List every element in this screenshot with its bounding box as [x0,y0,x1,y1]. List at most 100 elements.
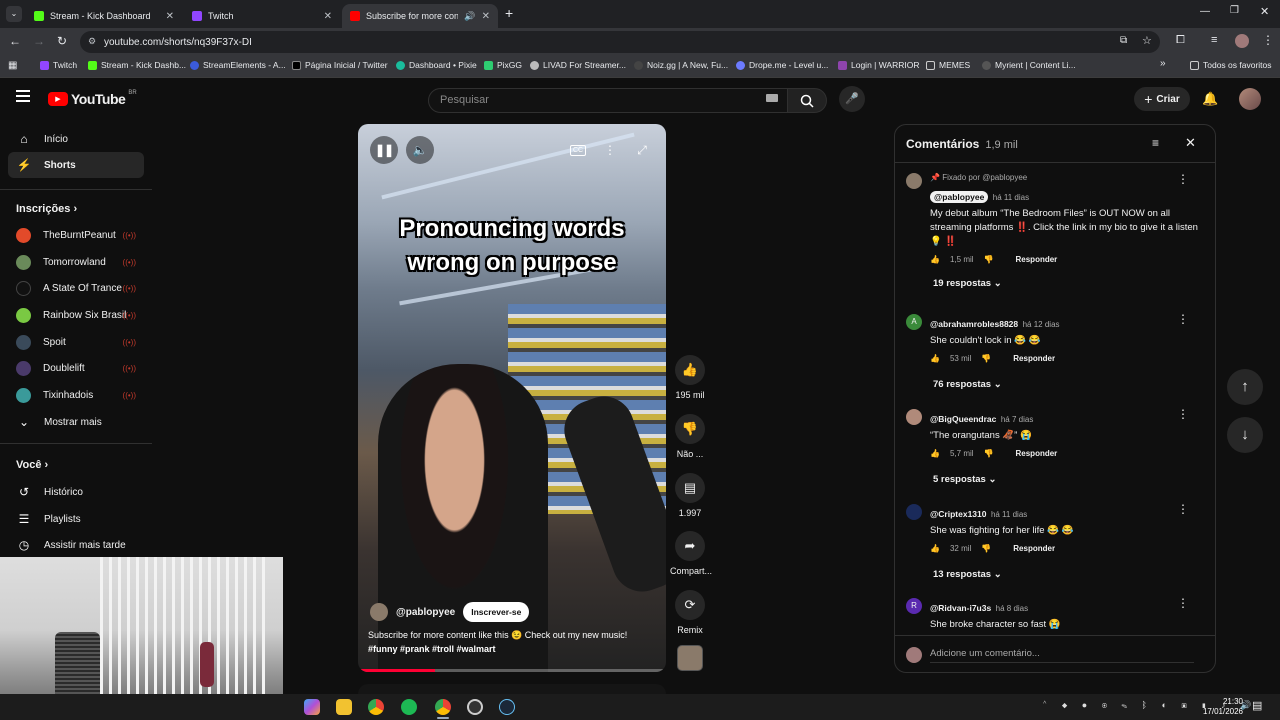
bookmark-item[interactable]: Myrient | Content Li... [982,60,1076,70]
avatar[interactable] [906,173,922,189]
notifications-bell-icon[interactable]: 🔔 [1202,91,1218,107]
bookmark-item[interactable]: Stream - Kick Dashb... [88,60,186,70]
comment-options-icon[interactable]: ⋮ [1177,502,1189,516]
subscriptions-heading[interactable]: Inscrições › [16,203,77,215]
bookmark-item[interactable]: LIVAD For Streamer... [530,60,626,70]
more-bookmarks-icon[interactable]: » [1160,58,1166,69]
video-description[interactable]: Subscribe for more content like this 😉 C… [368,630,658,641]
close-tab-icon[interactable]: ✕ [166,11,174,22]
account-avatar[interactable] [1239,88,1261,110]
bookmark-star-icon[interactable]: ☆ [1142,34,1152,47]
like-icon[interactable]: 👍 [930,449,940,458]
dislike-icon[interactable]: 👎 [984,255,994,264]
bookmark-item[interactable]: StreamElements - A... [190,60,286,70]
sidebar-sub-asot[interactable]: A State Of Trance ((•)) [8,275,144,301]
apps-grid-icon[interactable]: ▦ [8,60,17,71]
comment-options-icon[interactable]: ⋮ [1177,312,1189,326]
view-replies-button[interactable]: 5 respostas ⌄ [933,474,1200,485]
previous-short-button[interactable]: ↑ [1227,369,1263,405]
search-button[interactable] [787,88,827,113]
tab-youtube-active[interactable]: Subscribe for more content 🔊 ✕ [342,4,498,28]
like-icon[interactable]: 👍 [930,354,940,363]
sidebar-sub-tomorrowland[interactable]: Tomorrowland ((•)) [8,249,144,275]
sidebar-sub-doublelift[interactable]: Doublelift ((•)) [8,355,144,381]
next-short-button[interactable]: ↓ [1227,417,1263,453]
channel-name[interactable]: @pablopyee [396,607,455,618]
avatar[interactable]: A [906,314,922,330]
address-bar[interactable]: ⚙ youtube.com/shorts/nq39F37x-DI ⧉ ☆ [80,31,1160,53]
notification-center-icon[interactable]: ▤ [1252,699,1262,712]
bookmark-item[interactable]: Login | WARRIOR [838,60,920,70]
video-hashtags[interactable]: #funny #prank #troll #walmart [368,644,496,654]
comment-author[interactable]: @Ridvan-i7u3s [930,603,991,613]
dislike-button[interactable]: 👎 Não ... [670,414,710,459]
steam-icon[interactable] [499,699,515,715]
avatar[interactable] [906,409,922,425]
clock[interactable]: 21:30 17/01/2026 [1199,697,1243,717]
comment-author[interactable]: @pablopyee [930,191,989,203]
bookmark-folder[interactable]: MEMES [926,60,970,70]
bookmark-item[interactable]: Drope.me - Level u... [736,60,828,70]
comments-button[interactable]: ▤ 1.997 [670,473,710,518]
close-tab-icon[interactable]: ✕ [324,11,332,22]
sidebar-sub-tixinhadois[interactable]: Tixinhadois ((•)) [8,382,144,408]
comment-author[interactable]: @abrahamrobles8828 [930,319,1018,329]
forward-icon[interactable]: → [33,34,45,48]
comment-time[interactable]: há 12 dias [1023,320,1060,329]
all-bookmarks-folder[interactable]: Todos os favoritos [1190,60,1272,70]
close-window-icon[interactable]: ✕ [1260,5,1269,18]
comment-time[interactable]: há 11 dias [993,193,1029,202]
share-button[interactable]: ➦ Compart... [670,531,712,576]
view-replies-button[interactable]: 13 respostas ⌄ [933,569,1200,580]
file-explorer-icon[interactable] [336,699,352,715]
bookmark-item[interactable]: Twitch [40,60,77,70]
like-icon[interactable]: 👍 [930,255,940,264]
volume-button[interactable]: 🔈 [406,136,434,164]
shorts-video-player[interactable]: Pronouncing words wrong on purpose ❚❚ 🔈 … [358,124,666,672]
extensions-icon[interactable]: ⧠ [1176,34,1185,47]
browser-menu-icon[interactable]: ⋮ [1262,33,1274,47]
chrome-active-icon[interactable] [435,699,451,715]
pause-button[interactable]: ❚❚ [370,136,398,164]
install-app-icon[interactable]: ⧉ [1120,35,1127,46]
keyboard-icon[interactable] [766,94,778,102]
sidebar-item-playlists[interactable]: ☰ Playlists [8,506,144,532]
comment-author[interactable]: @BigQueendrac [930,414,996,424]
back-icon[interactable]: ← [9,34,21,48]
avatar[interactable]: R [906,598,922,614]
new-tab-button[interactable]: + [505,5,513,21]
bookmark-item[interactable]: Página Inicial / Twitter [292,60,388,70]
minimize-icon[interactable]: — [1200,6,1210,17]
audio-playing-icon[interactable]: 🔊 [464,11,475,22]
comment-time[interactable]: há 8 dias [996,604,1028,613]
remix-button[interactable]: ⟳ Remix [670,590,710,635]
obs-icon[interactable] [467,699,483,715]
add-comment-input[interactable]: Adicione um comentário... [930,648,1194,663]
subscribe-button[interactable]: Inscrever-se [463,602,530,622]
dislike-icon[interactable]: 👎 [984,449,994,458]
comment-options-icon[interactable]: ⋮ [1177,596,1189,610]
reply-button[interactable]: Responder [1016,255,1058,264]
reading-list-icon[interactable]: ≡ [1211,34,1217,46]
bookmark-item[interactable]: PixGG [484,60,522,70]
dislike-icon[interactable]: 👎 [981,544,991,553]
comment-time[interactable]: há 11 dias [991,510,1027,519]
tab-twitch[interactable]: Twitch ✕ [184,4,340,28]
youtube-logo[interactable]: ▶ YouTube BR [48,90,137,107]
comment-options-icon[interactable]: ⋮ [1177,407,1189,421]
sidebar-item-watch-later[interactable]: ◷ Assistir mais tarde [8,532,144,558]
captions-button[interactable]: CC [564,136,592,164]
you-heading[interactable]: Você › [16,459,48,471]
sidebar-item-history[interactable]: ↺ Histórico [8,479,144,505]
view-replies-button[interactable]: 76 respostas ⌄ [933,379,1200,390]
spotify-icon[interactable] [401,699,417,715]
bookmark-item[interactable]: Dashboard • Pixie [396,60,477,70]
show-more-button[interactable]: ⌄ Mostrar mais [8,409,144,435]
progress-track[interactable] [358,669,666,672]
restore-icon[interactable]: ❐ [1230,5,1239,16]
sidebar-sub-r6brasil[interactable]: Rainbow Six Brasil ((•)) [8,302,144,328]
reply-button[interactable]: Responder [1013,354,1055,363]
reload-icon[interactable]: ↻ [57,34,67,48]
reply-button[interactable]: Responder [1016,449,1058,458]
comment-author[interactable]: @Criptex1310 [930,509,986,519]
